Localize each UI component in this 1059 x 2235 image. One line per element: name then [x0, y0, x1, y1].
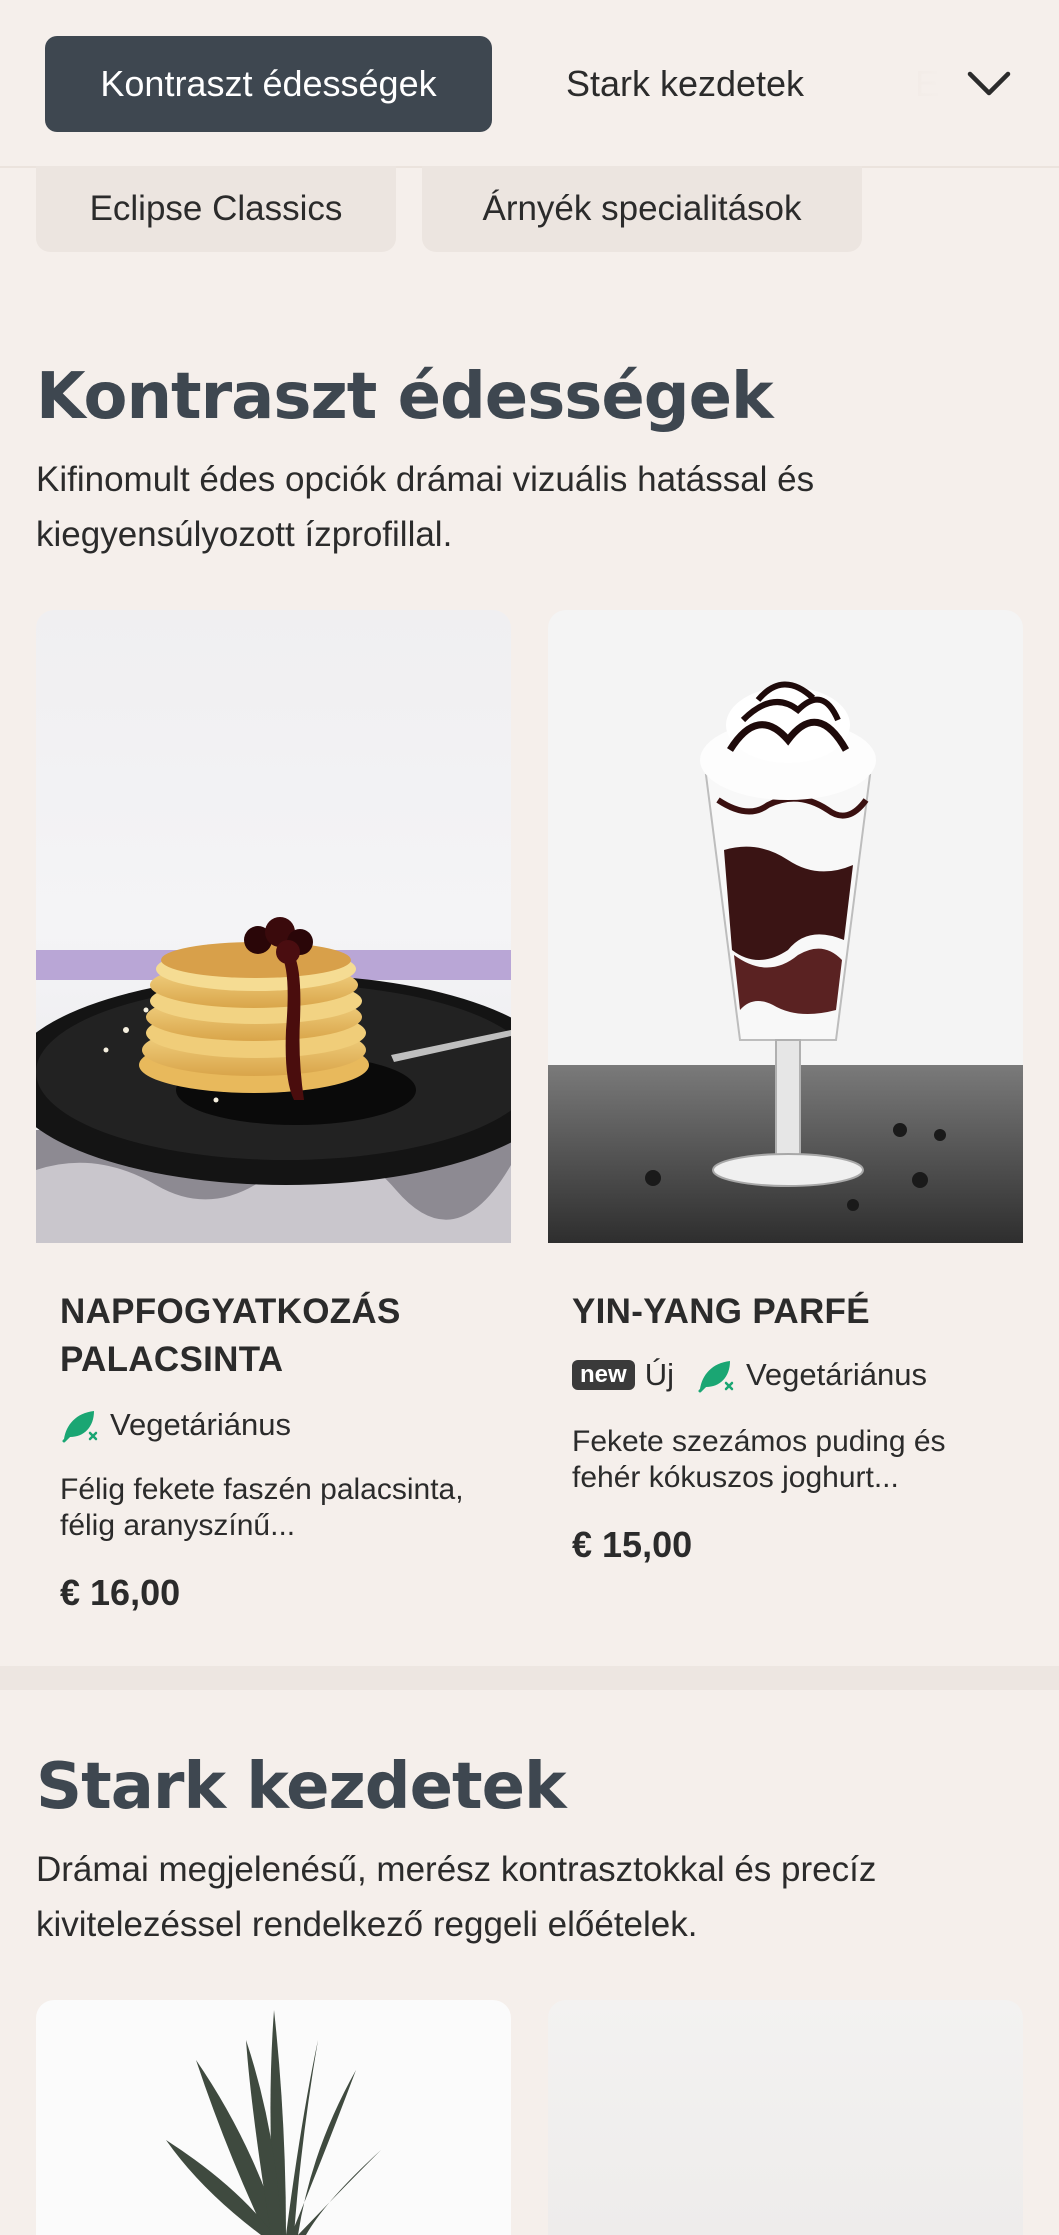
vegetarian-leaf-icon — [698, 1361, 734, 1393]
nav-fade-overlay — [799, 0, 1059, 166]
dish-description: Fekete szezámos puding és fehér kókuszos… — [572, 1425, 946, 1494]
menu-item-card[interactable]: NAPFOGYATKOZÁS PALACSINTA Vegetáriánus F… — [36, 610, 511, 1630]
section-description: Kifinomult édes opciók drámai vizuális h… — [36, 460, 815, 554]
chip-eclipse-classics[interactable]: Eclipse Classics — [36, 166, 396, 252]
tag-label: Vegetáriánus — [110, 1407, 291, 1442]
dish-name: YIN-YANG PARFÉ — [572, 1292, 870, 1331]
section-divider — [0, 1666, 1059, 1690]
vegetarian-leaf-icon — [62, 1411, 98, 1443]
parfait-glass-photo — [548, 610, 1023, 1243]
category-nav: Kontraszt édességek Stark kezdetek E — [0, 0, 1059, 168]
section-title: Kontraszt édességek — [36, 360, 774, 434]
dish-description: Félig fekete faszén palacsinta, félig ar… — [60, 1473, 464, 1542]
dish-tags: Vegetáriánus — [60, 1403, 291, 1447]
badge-label: Új — [644, 1357, 674, 1392]
menu-item-card[interactable] — [36, 2000, 511, 2235]
dish-photo-placeholder — [548, 2000, 1023, 2235]
dish-price: € 16,00 — [60, 1572, 181, 1613]
chevron-down-icon[interactable] — [963, 58, 1015, 110]
tag-label: Vegetáriánus — [745, 1357, 927, 1392]
pancake-stack-photo — [36, 610, 511, 1243]
dish-name: NAPFOGYATKOZÁS PALACSINTA — [60, 1292, 401, 1379]
pineapple-photo — [36, 2000, 511, 2235]
section-description: Drámai megjelenésű, merész kontrasztokka… — [36, 1850, 877, 1944]
dish-price: € 15,00 — [572, 1524, 693, 1565]
section-title: Stark kezdetek — [36, 1750, 567, 1824]
dish-tags: new Új Vegetáriánus — [572, 1353, 927, 1397]
menu-item-card[interactable] — [548, 2000, 1023, 2235]
menu-item-card[interactable]: YIN-YANG PARFÉ new Új Vegetáriánus Feket… — [548, 610, 1023, 1630]
chip-arnyek-specialitasok[interactable]: Árnyék specialitások — [422, 166, 862, 252]
new-badge: new — [572, 1360, 635, 1390]
tab-kontraszt-edessegek[interactable]: Kontraszt édességek — [45, 36, 492, 132]
